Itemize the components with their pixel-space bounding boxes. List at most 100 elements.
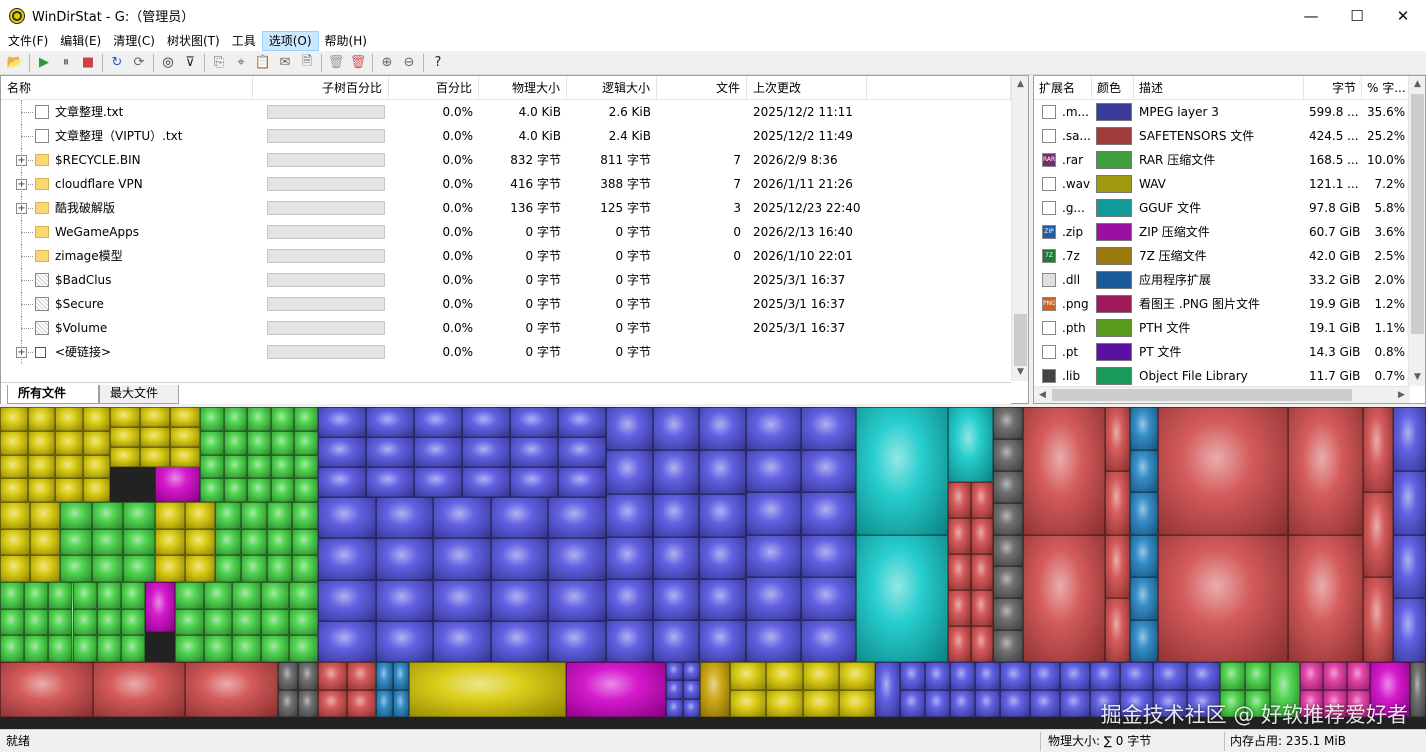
treemap-file-block[interactable] <box>746 577 801 620</box>
treemap-file-block[interactable] <box>1105 534 1130 599</box>
treemap-file-block[interactable] <box>392 689 409 717</box>
treemap-file-block[interactable] <box>510 467 558 497</box>
treemap-file-block[interactable] <box>232 608 261 636</box>
scroll-right-arrow-icon[interactable]: ▶ <box>1393 387 1410 404</box>
scroll-down-arrow-icon[interactable]: ▼ <box>1012 364 1029 381</box>
treemap-block[interactable] <box>409 662 566 717</box>
paste-icon[interactable]: 📋 <box>252 52 274 74</box>
treemap-file-block[interactable] <box>270 478 295 502</box>
treemap-file-block[interactable] <box>223 454 248 479</box>
treemap-file-block[interactable] <box>802 662 839 690</box>
treemap-file-block[interactable] <box>247 478 271 502</box>
treemap-file-block[interactable] <box>375 497 434 539</box>
extension-column-header[interactable]: 描述 <box>1134 76 1304 100</box>
treemap-file-block[interactable] <box>925 689 950 717</box>
extension-column-header[interactable]: 字节 <box>1304 76 1362 100</box>
treemap-file-block[interactable] <box>232 582 261 609</box>
treemap-file-block[interactable] <box>215 555 241 582</box>
treemap-file-block[interactable] <box>240 528 267 556</box>
open-icon[interactable]: 📂 <box>4 52 26 74</box>
treemap-file-block[interactable] <box>993 630 1023 662</box>
treemap-file-block[interactable] <box>462 467 510 497</box>
treemap-block[interactable] <box>875 662 900 717</box>
treemap-file-block[interactable] <box>730 689 767 717</box>
treemap-file-block[interactable] <box>970 626 993 662</box>
treemap-file-block[interactable] <box>200 407 224 431</box>
extension-row[interactable]: PNG .png 看图王 .PNG 图片文件 19.9 GiB 1.2% <box>1034 292 1410 316</box>
treemap-file-block[interactable] <box>155 502 185 529</box>
treemap-block[interactable] <box>566 662 666 717</box>
minimize-button[interactable]: — <box>1288 0 1334 31</box>
treemap-file-block[interactable] <box>0 635 25 662</box>
treemap-file-block[interactable] <box>1023 407 1105 535</box>
tab-all-files[interactable]: 所有文件 <box>7 385 99 404</box>
treemap-file-block[interactable] <box>490 620 549 662</box>
treemap-file-block[interactable] <box>666 698 683 717</box>
treemap-file-block[interactable] <box>27 430 55 455</box>
treemap-file-block[interactable] <box>223 430 248 455</box>
treemap-file-block[interactable] <box>92 662 186 717</box>
treemap-file-block[interactable] <box>247 430 271 455</box>
treemap-block[interactable] <box>700 662 730 717</box>
treemap-file-block[interactable] <box>414 407 462 437</box>
treemap-file-block[interactable] <box>60 502 92 529</box>
treemap-file-block[interactable] <box>950 662 975 690</box>
treemap-file-block[interactable] <box>294 430 318 455</box>
treemap-file-block[interactable] <box>318 538 376 580</box>
explorer-icon[interactable]: ⌖ <box>230 52 252 74</box>
tree-row[interactable]: + 酷我破解版 0.0% 136 字节 125 字节 3 2025/12/23 22:40 <box>1 196 1011 220</box>
play-icon[interactable]: ▶ <box>33 52 55 74</box>
treemap-file-block[interactable] <box>240 555 267 582</box>
tree-row[interactable]: $Volume 0.0% 0 字节 0 字节 2025/3/1 16:37 <box>1 316 1011 340</box>
expand-plus-icon[interactable]: + <box>16 155 27 166</box>
treemap-file-block[interactable] <box>366 407 414 437</box>
treemap-file-block[interactable] <box>294 478 318 502</box>
treemap-file-block[interactable] <box>1323 662 1347 690</box>
extension-column-header[interactable]: 扩展名 <box>1034 76 1092 100</box>
treemap-file-block[interactable] <box>1300 662 1324 690</box>
treemap-file-block[interactable] <box>1288 534 1363 662</box>
treemap-file-block[interactable] <box>298 689 318 717</box>
treemap-file-block[interactable] <box>950 689 975 717</box>
treemap-file-block[interactable] <box>1030 689 1060 717</box>
treemap-file-block[interactable] <box>838 662 875 690</box>
treemap-file-block[interactable] <box>699 493 746 537</box>
pause-icon[interactable]: ⏸ <box>55 52 77 74</box>
treemap-file-block[interactable] <box>215 502 241 529</box>
scroll-up-arrow-icon[interactable]: ▲ <box>1409 76 1426 93</box>
treemap-file-block[interactable] <box>289 635 318 662</box>
treemap-file-block[interactable] <box>200 454 224 479</box>
treemap-file-block[interactable] <box>993 407 1023 439</box>
tab-largest-files[interactable]: 最大文件 <box>99 385 179 404</box>
treemap-file-block[interactable] <box>993 566 1023 599</box>
treemap-file-block[interactable] <box>746 619 801 662</box>
treemap-file-block[interactable] <box>1245 662 1270 690</box>
treemap-file-block[interactable] <box>970 590 993 626</box>
treemap-file-block[interactable] <box>0 608 25 636</box>
treemap-file-block[interactable] <box>1060 662 1090 690</box>
tree-row[interactable]: + <硬链接> 0.0% 0 字节 0 字节 <box>1 340 1011 364</box>
treemap-file-block[interactable] <box>175 635 204 662</box>
extension-row[interactable]: .dll 应用程序扩展 33.2 GiB 2.0% <box>1034 268 1410 292</box>
menu-item[interactable]: 帮助(H) <box>319 31 373 51</box>
treemap-file-block[interactable] <box>292 555 318 582</box>
treemap-file-block[interactable] <box>1130 534 1158 577</box>
treemap-file-block[interactable] <box>318 689 347 717</box>
treemap-file-block[interactable] <box>266 502 293 529</box>
treemap-file-block[interactable] <box>1158 407 1288 535</box>
treemap-file-block[interactable] <box>801 492 856 535</box>
treemap-file-block[interactable] <box>247 454 271 479</box>
treemap-file-block[interactable] <box>260 635 290 662</box>
menu-item[interactable]: 清理(C) <box>107 31 161 51</box>
treemap-file-block[interactable] <box>96 582 121 609</box>
extension-column-header[interactable]: % 字... <box>1362 76 1410 100</box>
treemap-file-block[interactable] <box>462 407 510 437</box>
treemap-file-block[interactable] <box>1060 689 1090 717</box>
treemap-file-block[interactable] <box>838 689 875 717</box>
scroll-thumb[interactable] <box>1052 389 1352 401</box>
treemap-file-block[interactable] <box>1130 449 1158 492</box>
treemap-file-block[interactable] <box>666 680 683 699</box>
treemap-file-block[interactable] <box>266 555 293 582</box>
treemap-file-block[interactable] <box>801 407 856 450</box>
treemap-block[interactable] <box>155 462 200 502</box>
